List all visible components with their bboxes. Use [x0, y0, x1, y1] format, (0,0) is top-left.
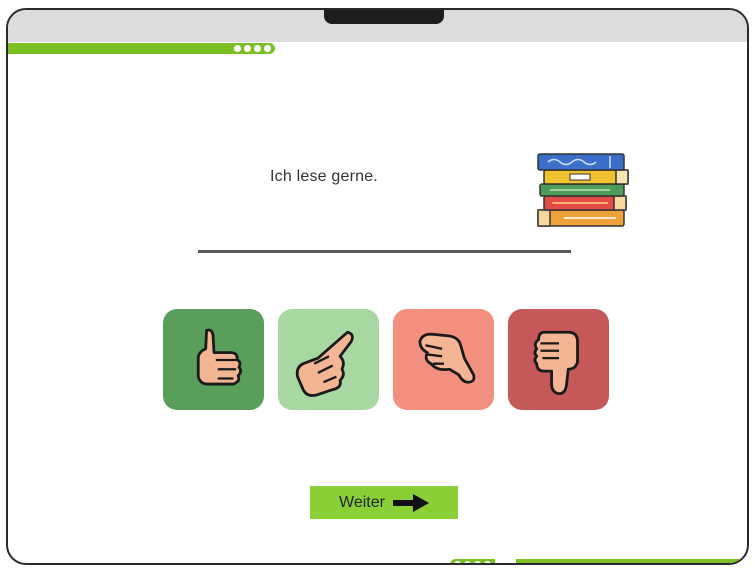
arrow-right-icon: [392, 493, 429, 512]
option-thumbs-tilted-up[interactable]: [278, 309, 379, 410]
thumbs-up-icon: [196, 328, 242, 385]
progress-bar-bottom: [516, 559, 742, 563]
progress-dot: [264, 45, 271, 52]
progress-dot: [464, 561, 471, 563]
next-button[interactable]: Weiter: [310, 486, 458, 519]
device-notch: [324, 10, 444, 24]
progress-dots-top: [230, 43, 275, 54]
progress-dot: [474, 561, 481, 563]
option-thumbs-down[interactable]: [508, 309, 609, 410]
progress-dot: [254, 45, 261, 52]
progress-dot: [454, 561, 461, 563]
option-thumbs-tilted-down[interactable]: [393, 309, 494, 410]
progress-dot: [244, 45, 251, 52]
progress-dot: [234, 45, 241, 52]
tablet-frame: Ich lese gerne. Weiter: [6, 8, 749, 565]
answer-line: [198, 250, 571, 253]
prompt-text: Ich lese gerne.: [270, 168, 378, 185]
thumbs-tilted-down-icon: [418, 332, 475, 384]
option-thumbs-up[interactable]: [163, 309, 264, 410]
thumbs-tilted-up-icon: [295, 330, 354, 397]
progress-dot: [484, 561, 491, 563]
progress-bar-top: [8, 43, 230, 54]
next-button-label: Weiter: [339, 493, 385, 511]
rating-options: [163, 309, 609, 410]
thumbs-down-icon: [533, 330, 579, 395]
progress-dots-bottom: [450, 559, 495, 563]
stack-of-books-icon: [537, 153, 629, 227]
